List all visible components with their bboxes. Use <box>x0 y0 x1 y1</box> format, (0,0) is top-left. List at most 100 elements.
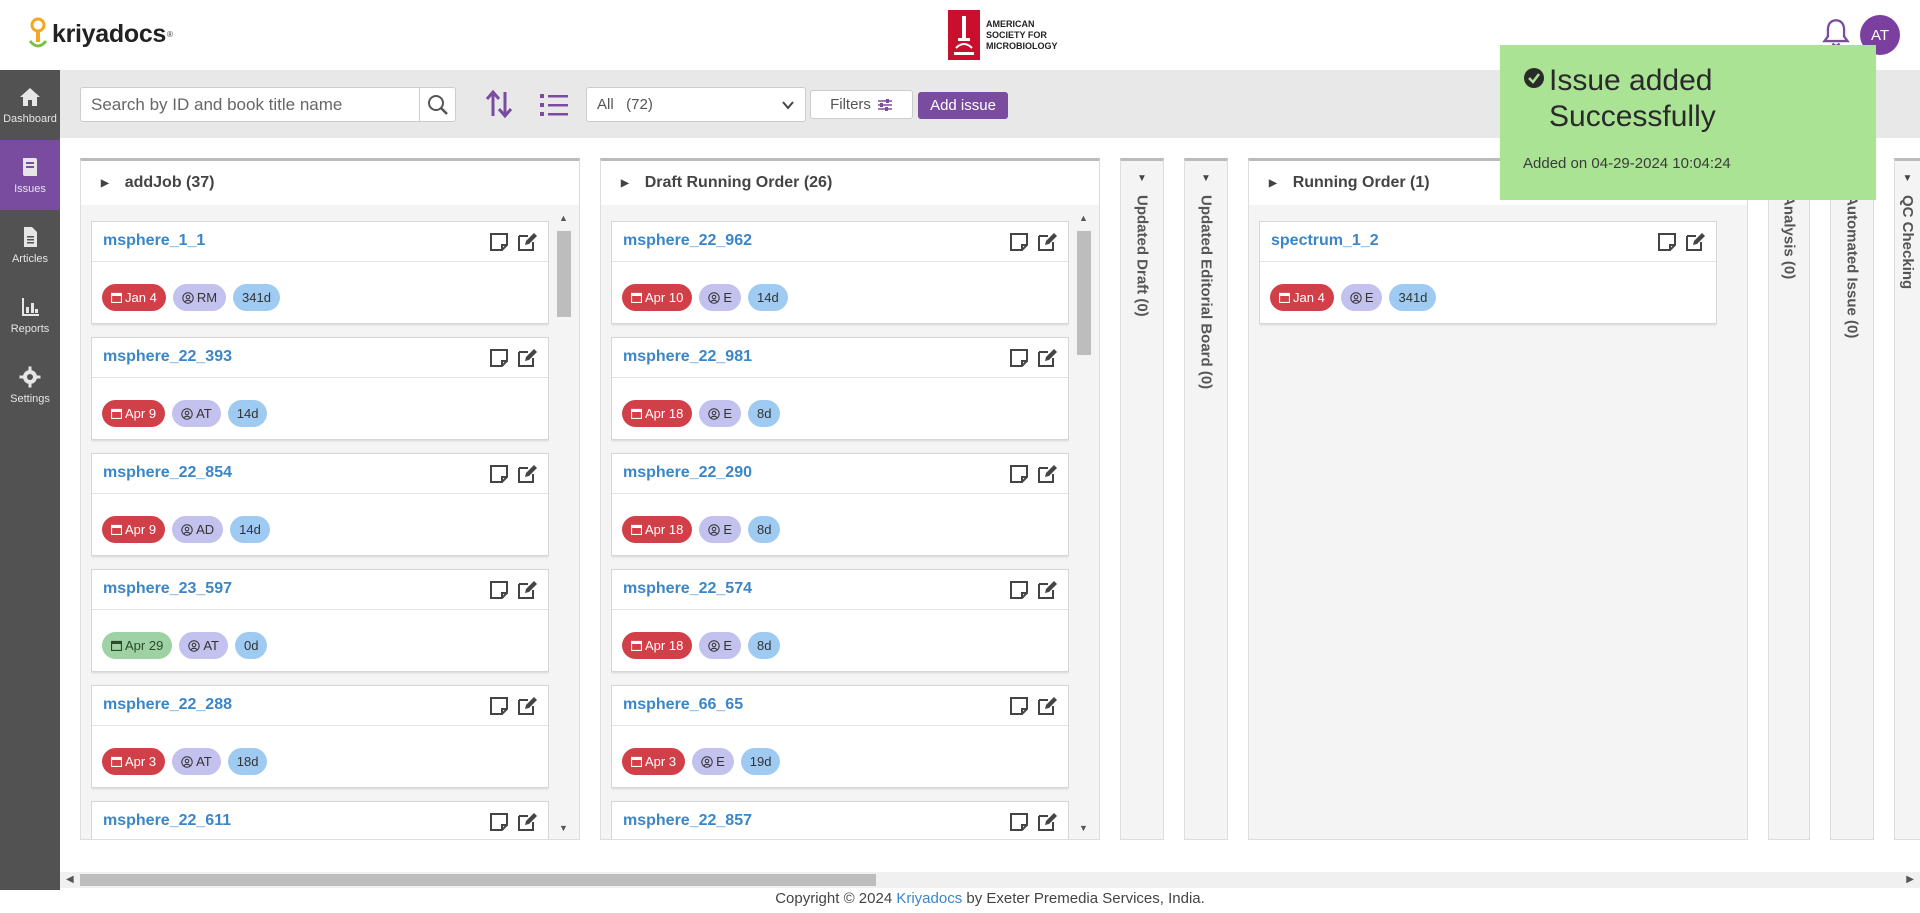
notification-bell-icon[interactable] <box>1822 18 1850 48</box>
note-icon[interactable] <box>488 231 510 253</box>
issue-title-link[interactable]: msphere_1_1 <box>103 232 205 250</box>
note-icon[interactable] <box>488 347 510 369</box>
note-icon[interactable] <box>488 811 510 833</box>
search-button[interactable] <box>419 88 455 121</box>
edit-icon[interactable] <box>516 231 538 253</box>
edit-icon[interactable] <box>1036 695 1058 717</box>
collapsed-column-updated-editorial-board[interactable]: ▼ Updated Editorial Board (0) <box>1184 158 1228 840</box>
scroll-down-arrow[interactable]: ▼ <box>1079 823 1088 833</box>
issue-card[interactable]: msphere_22_857 <box>611 801 1069 839</box>
scrollbar-thumb[interactable] <box>557 231 571 317</box>
column-header[interactable]: ▶ addJob (37) <box>81 161 579 205</box>
scroll-right-arrow[interactable]: ▶ <box>1906 874 1914 885</box>
issue-title-link[interactable]: msphere_22_857 <box>623 812 752 830</box>
collapsed-column-analysis[interactable]: ▼ Analysis (0) <box>1768 158 1810 840</box>
issue-title-link[interactable]: spectrum_1_2 <box>1271 232 1379 250</box>
vertical-scrollbar[interactable]: ▲ ▼ <box>1075 213 1093 833</box>
kriyadocs-logo[interactable]: kriyadocs ® <box>28 16 173 52</box>
card-divider <box>612 261 1068 262</box>
issue-title-link[interactable]: msphere_22_574 <box>623 580 752 598</box>
sidebar-item-issues[interactable]: Issues <box>0 140 60 210</box>
success-toast[interactable]: Issue added Successfully Added on 04-29-… <box>1500 45 1876 200</box>
note-icon[interactable] <box>488 463 510 485</box>
expand-triangle-icon[interactable]: ▶ <box>101 178 109 189</box>
expand-triangle-icon[interactable]: ▶ <box>621 178 629 189</box>
issue-card[interactable]: msphere_23_597 Apr 29 AT 0d <box>91 569 549 672</box>
edit-icon[interactable] <box>1036 231 1058 253</box>
horizontal-scrollbar-thumb[interactable] <box>80 874 876 886</box>
issue-card[interactable]: msphere_22_962 Apr 10 E 14d <box>611 221 1069 324</box>
note-icon[interactable] <box>1008 579 1030 601</box>
edit-icon[interactable] <box>1036 811 1058 833</box>
note-icon[interactable] <box>1656 231 1678 253</box>
scroll-up-arrow[interactable]: ▲ <box>559 213 568 223</box>
issue-card[interactable]: msphere_66_65 Apr 3 E 19d <box>611 685 1069 788</box>
edit-icon[interactable] <box>516 579 538 601</box>
collapse-triangle-icon[interactable]: ▼ <box>1201 173 1211 184</box>
column-header[interactable]: ▶ Draft Running Order (26) <box>601 161 1099 205</box>
collapsed-column-automated-issue[interactable]: ▼ Automated Issue (0) <box>1830 158 1874 840</box>
card-badges: Apr 18 E 8d <box>622 400 781 427</box>
card-actions <box>1008 231 1058 253</box>
issue-title-link[interactable]: msphere_22_393 <box>103 348 232 366</box>
issue-title-link[interactable]: msphere_22_290 <box>623 464 752 482</box>
edit-icon[interactable] <box>516 695 538 717</box>
column-cards: msphere_1_1 Jan 4 RM 341d msphere_22_393 Apr … <box>91 221 549 839</box>
issue-card[interactable]: msphere_22_393 Apr 9 AT 14d <box>91 337 549 440</box>
vertical-scrollbar[interactable]: ▲ ▼ <box>555 213 573 833</box>
logo-registered-mark: ® <box>167 29 173 39</box>
edit-icon[interactable] <box>1684 231 1706 253</box>
issue-title-link[interactable]: msphere_22_611 <box>103 812 231 830</box>
edit-icon[interactable] <box>1036 347 1058 369</box>
scroll-left-arrow[interactable]: ◀ <box>66 874 74 885</box>
collapse-triangle-icon[interactable]: ▼ <box>1137 173 1147 184</box>
footer-link[interactable]: Kriyadocs <box>896 890 962 907</box>
issue-title-link[interactable]: msphere_22_288 <box>103 696 232 714</box>
issue-card[interactable]: msphere_22_290 Apr 18 E 8d <box>611 453 1069 556</box>
scroll-down-arrow[interactable]: ▼ <box>559 823 568 833</box>
note-icon[interactable] <box>1008 695 1030 717</box>
issue-card[interactable]: spectrum_1_2 Jan 4 E 341d <box>1259 221 1717 324</box>
search-input[interactable] <box>81 88 419 121</box>
sidebar-item-settings[interactable]: Settings <box>0 350 60 420</box>
scroll-up-arrow[interactable]: ▲ <box>1079 213 1088 223</box>
note-icon[interactable] <box>488 579 510 601</box>
due-date-badge: Apr 18 <box>622 632 693 659</box>
add-issue-button[interactable]: Add issue <box>918 92 1008 119</box>
sidebar-item-dashboard[interactable]: Dashboard <box>0 70 60 140</box>
filters-button[interactable]: Filters <box>810 90 913 119</box>
issue-title-link[interactable]: msphere_22_854 <box>103 464 232 482</box>
sidebar-item-reports[interactable]: Reports <box>0 280 60 350</box>
edit-icon[interactable] <box>1036 463 1058 485</box>
issue-title-link[interactable]: msphere_66_65 <box>623 696 743 714</box>
collapse-triangle-icon[interactable]: ▼ <box>1903 173 1913 184</box>
issue-title-link[interactable]: msphere_23_597 <box>103 580 232 598</box>
issue-card[interactable]: msphere_22_854 Apr 9 AD 14d <box>91 453 549 556</box>
issue-card[interactable]: msphere_22_611 <box>91 801 549 839</box>
edit-icon[interactable] <box>1036 579 1058 601</box>
note-icon[interactable] <box>1008 231 1030 253</box>
horizontal-scrollbar[interactable]: ◀ ▶ <box>60 872 1920 888</box>
sort-icon[interactable] <box>484 88 514 120</box>
issue-card[interactable]: msphere_22_288 Apr 3 AT 18d <box>91 685 549 788</box>
edit-icon[interactable] <box>516 347 538 369</box>
expand-triangle-icon[interactable]: ▶ <box>1269 178 1277 189</box>
status-select[interactable]: All (72) <box>586 87 806 122</box>
issue-title-link[interactable]: msphere_22_981 <box>623 348 752 366</box>
due-date-text: Apr 9 <box>125 522 157 537</box>
issue-card[interactable]: msphere_22_981 Apr 18 E 8d <box>611 337 1069 440</box>
list-view-icon[interactable] <box>540 92 568 118</box>
issue-card[interactable]: msphere_1_1 Jan 4 RM 341d <box>91 221 549 324</box>
collapsed-column-updated-draft[interactable]: ▼ Updated Draft (0) <box>1120 158 1164 840</box>
issue-card[interactable]: msphere_22_574 Apr 18 E 8d <box>611 569 1069 672</box>
scrollbar-thumb[interactable] <box>1077 231 1091 355</box>
collapsed-column-qc-checking[interactable]: ▼ QC Checking <box>1894 158 1920 840</box>
note-icon[interactable] <box>1008 463 1030 485</box>
edit-icon[interactable] <box>516 463 538 485</box>
note-icon[interactable] <box>1008 347 1030 369</box>
edit-icon[interactable] <box>516 811 538 833</box>
sidebar-item-articles[interactable]: Articles <box>0 210 60 280</box>
issue-title-link[interactable]: msphere_22_962 <box>623 232 752 250</box>
note-icon[interactable] <box>488 695 510 717</box>
note-icon[interactable] <box>1008 811 1030 833</box>
